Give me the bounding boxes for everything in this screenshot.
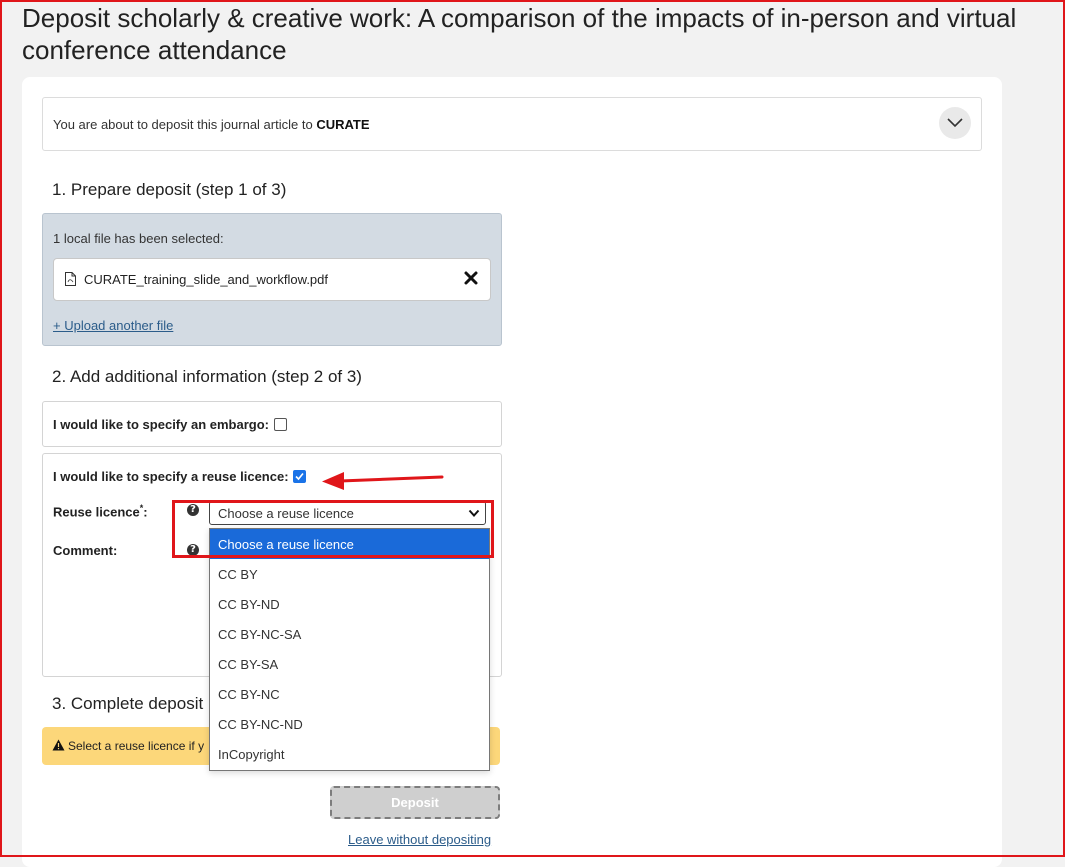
chevron-down-icon xyxy=(468,509,480,517)
chevron-down-icon xyxy=(947,118,963,128)
upload-another-file-link[interactable]: + Upload another file xyxy=(53,318,173,333)
deposit-button[interactable]: Deposit xyxy=(330,786,500,819)
remove-file-button[interactable] xyxy=(462,270,480,288)
warning-text: Select a reuse licence if y xyxy=(68,739,205,753)
pdf-file-icon xyxy=(65,272,76,286)
repository-info-box: You are about to deposit this journal ar… xyxy=(42,97,982,151)
licence-option[interactable]: CC BY xyxy=(210,559,489,589)
licence-option[interactable]: Choose a reuse licence xyxy=(210,529,489,559)
repository-info-text: You are about to deposit this journal ar… xyxy=(53,117,370,132)
file-name: CURATE_training_slide_and_workflow.pdf xyxy=(84,272,328,287)
licence-option[interactable]: CC BY-ND xyxy=(210,589,489,619)
licence-option[interactable]: CC BY-SA xyxy=(210,649,489,679)
licence-option[interactable]: InCopyright xyxy=(210,739,489,769)
warning-triangle-icon xyxy=(52,739,65,751)
step3-title: 3. Complete deposit xyxy=(52,694,204,713)
deposit-card: You are about to deposit this journal ar… xyxy=(22,77,1002,867)
file-count-text: 1 local file has been selected: xyxy=(53,231,224,246)
step2-title: 2. Add additional information (step 2 of… xyxy=(52,367,362,386)
page-title: Deposit scholarly & creative work: A com… xyxy=(22,3,1017,65)
embargo-checkbox[interactable] xyxy=(274,418,287,431)
checkmark-icon xyxy=(295,472,304,481)
reuse-licence-select-value: Choose a reuse licence xyxy=(218,506,354,521)
reuse-licence-label: Reuse licence*: xyxy=(53,503,148,520)
comment-label: Comment: xyxy=(53,543,118,558)
licence-checkbox[interactable] xyxy=(293,470,306,483)
reuse-licence-help-icon[interactable]: ? xyxy=(187,504,199,516)
embargo-box: I would like to specify an embargo: xyxy=(42,401,502,447)
file-panel: 1 local file has been selected: CURATE_t… xyxy=(42,213,502,346)
licence-option[interactable]: CC BY-NC-ND xyxy=(210,709,489,739)
reuse-licence-select[interactable]: Choose a reuse licence xyxy=(209,501,486,525)
embargo-label: I would like to specify an embargo: xyxy=(53,417,269,432)
licence-option[interactable]: CC BY-NC-SA xyxy=(210,619,489,649)
licence-checkbox-label: I would like to specify a reuse licence: xyxy=(53,469,289,484)
expand-info-button[interactable] xyxy=(939,107,971,139)
reuse-licence-options: Choose a reuse licence CC BY CC BY-ND CC… xyxy=(209,528,490,771)
close-icon xyxy=(464,271,478,285)
step1-title: 1. Prepare deposit (step 1 of 3) xyxy=(52,180,287,199)
leave-without-depositing-link[interactable]: Leave without depositing xyxy=(348,832,491,847)
file-item: CURATE_training_slide_and_workflow.pdf xyxy=(53,258,491,301)
licence-option[interactable]: CC BY-NC xyxy=(210,679,489,709)
repository-name: CURATE xyxy=(316,117,370,132)
comment-help-icon[interactable]: ? xyxy=(187,544,199,556)
